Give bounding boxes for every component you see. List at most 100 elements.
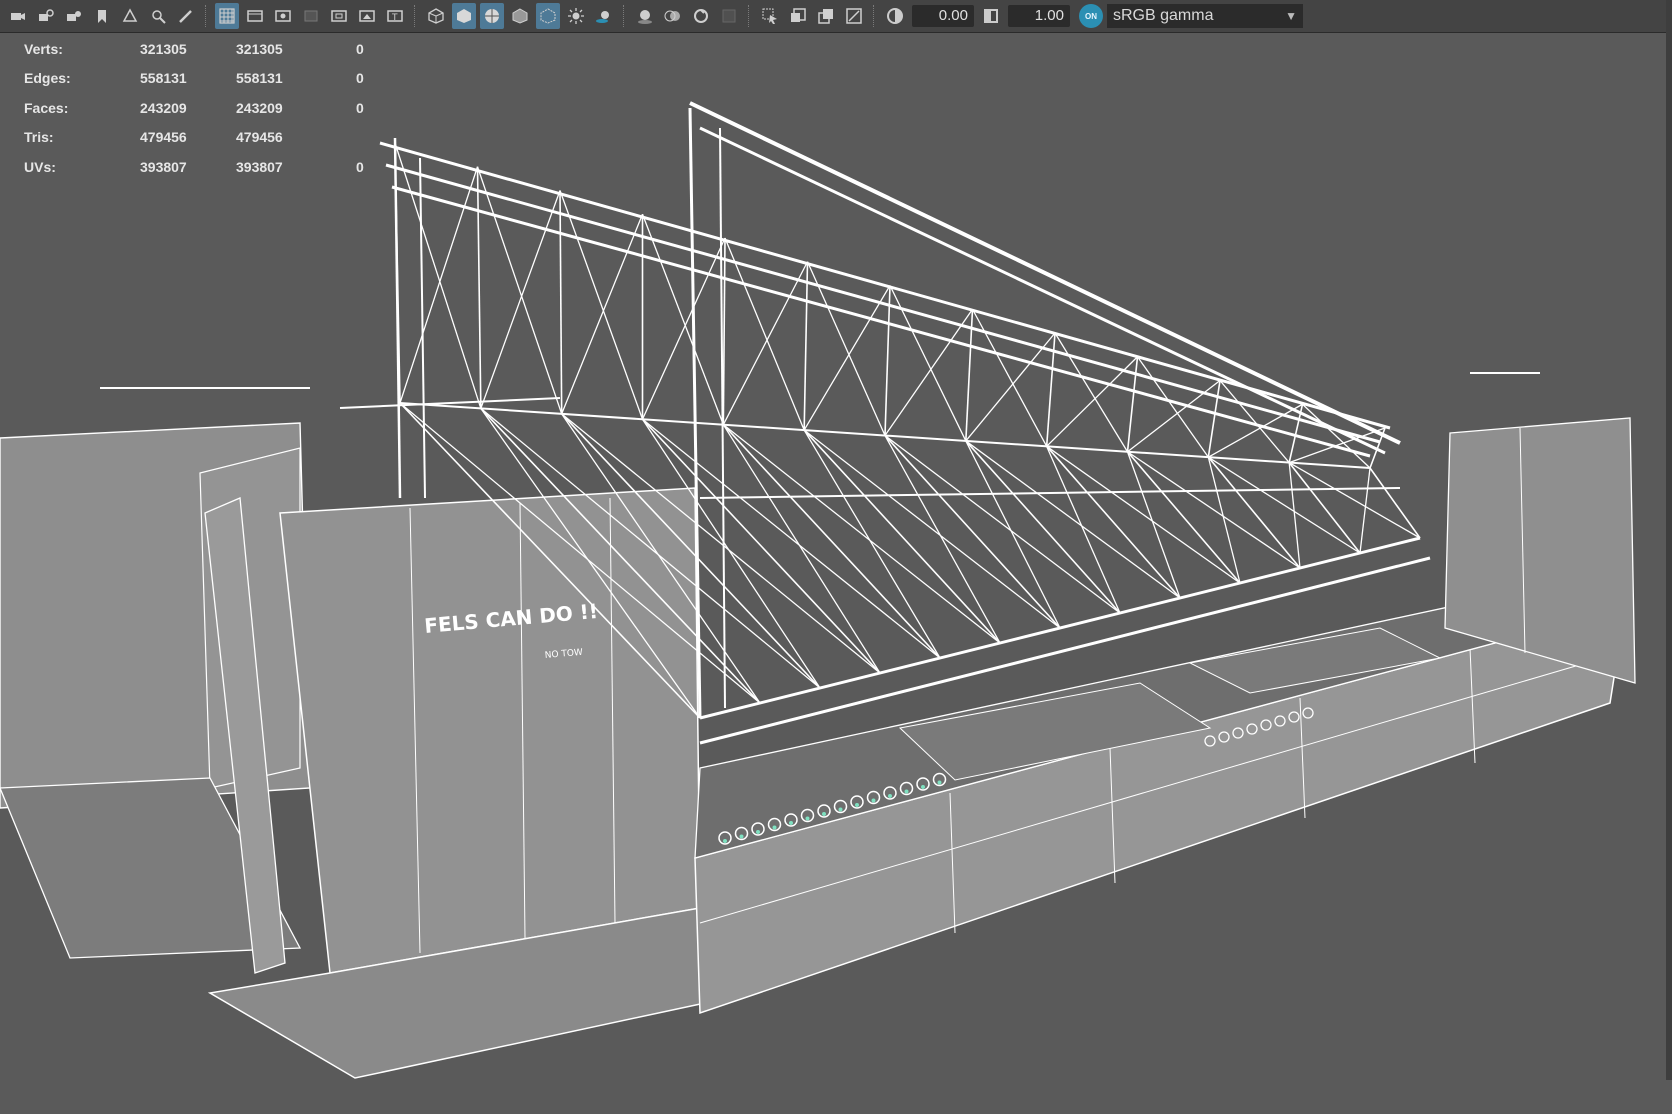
- frame-member: [889, 285, 967, 442]
- frame-member: [1126, 451, 1181, 599]
- deck-light-glow: [772, 825, 777, 830]
- camera-lock-icon[interactable]: [34, 3, 58, 29]
- frame-member: [1136, 356, 1209, 458]
- gamma-field[interactable]: 1.00: [1008, 5, 1070, 27]
- xray-joints-icon[interactable]: [786, 3, 810, 29]
- wireframe-icon[interactable]: [424, 3, 448, 29]
- hud-row: Verts: 321305 321305 0: [24, 34, 376, 64]
- frame-member: [699, 126, 1386, 455]
- frame-member: [641, 237, 726, 420]
- bookmark-icon[interactable]: [90, 3, 114, 29]
- lights-icon[interactable]: [564, 3, 588, 29]
- hud-component-value: 0: [356, 70, 364, 87]
- wireframe-on-shaded-icon[interactable]: [480, 3, 504, 29]
- hud-component-value: 0: [356, 40, 364, 57]
- deck-light-glow: [888, 794, 892, 798]
- smooth-shade-icon[interactable]: [452, 3, 476, 29]
- frame-member: [965, 440, 1061, 629]
- camera-tools-group: [4, 3, 200, 29]
- frame-member: [1359, 467, 1371, 554]
- exposure-field[interactable]: 0.00: [912, 5, 974, 27]
- hud-component-value: 0: [356, 99, 364, 116]
- hud-label: Faces:: [24, 99, 69, 116]
- frame-member: [803, 429, 1001, 644]
- toolbar-separator: [414, 5, 417, 27]
- frame-member: [803, 285, 891, 431]
- motion-blur-icon[interactable]: [661, 3, 685, 29]
- shading-tools-group: [422, 3, 618, 29]
- hud-total-value: 393807: [140, 158, 187, 175]
- frame-member: [884, 434, 1061, 629]
- grease-pencil-icon[interactable]: [174, 3, 198, 29]
- hud-row: Faces: 243209 243209 0: [24, 93, 376, 123]
- xray-components-icon[interactable]: [814, 3, 838, 29]
- texture-icon[interactable]: [842, 3, 866, 29]
- frame-member: [965, 440, 1121, 614]
- ambient-occlusion-icon[interactable]: [633, 3, 657, 29]
- hud-label: Tris:: [24, 129, 54, 146]
- resolution-gate-icon[interactable]: [271, 3, 295, 29]
- deck-light-glow: [921, 785, 925, 789]
- viewport-toolbar: T 0.00 1.00 ON sRGB gamma ▼: [0, 0, 1672, 33]
- frame-member: [1046, 445, 1181, 599]
- deck-light-glow: [904, 789, 909, 794]
- frame-member: [722, 237, 726, 425]
- safe-action-icon[interactable]: [355, 3, 379, 29]
- frame-member: [884, 435, 1001, 644]
- svg-text:T: T: [391, 13, 398, 23]
- wireframe-model: FELS CAN DO !! NO TOW: [0, 101, 1636, 1079]
- frame-member: [559, 190, 563, 414]
- hud-total-value: 479456: [140, 129, 187, 146]
- ship-hull: [0, 417, 1636, 1079]
- frame-member: [476, 166, 482, 409]
- view-transform-dropdown[interactable]: sRGB gamma ▼: [1107, 4, 1303, 28]
- safe-title-icon[interactable]: T: [383, 3, 407, 29]
- 3d-viewport[interactable]: FELS CAN DO !! NO TOW: [0, 34, 1672, 1080]
- hud-row: Edges: 558131 558131 0: [24, 64, 376, 94]
- field-chart-icon[interactable]: [327, 3, 351, 29]
- frame-member: [399, 166, 479, 404]
- gate-mask-icon[interactable]: [299, 3, 323, 29]
- hud-label: UVs:: [24, 158, 56, 175]
- xray-icon[interactable]: [536, 3, 560, 29]
- anti-aliasing-icon[interactable]: [689, 3, 713, 29]
- deck-light-glow: [805, 816, 810, 821]
- frame-member: [1208, 403, 1303, 458]
- gate-tools-group: T: [213, 3, 409, 29]
- frame-member: [884, 285, 891, 436]
- frame-member: [689, 101, 1401, 445]
- frame-member: [1219, 380, 1290, 464]
- film-gate-icon[interactable]: [243, 3, 267, 29]
- frame-member: [884, 434, 1121, 614]
- color-management-toggle[interactable]: ON: [1079, 4, 1103, 28]
- exposure-icon[interactable]: [883, 3, 907, 29]
- hud-component-value: 0: [356, 158, 364, 175]
- frame-member: [1288, 462, 1361, 554]
- chevron-down-icon: ▼: [1285, 9, 1297, 23]
- isolate-select-icon[interactable]: [758, 3, 782, 29]
- depth-of-field-icon[interactable]: [717, 3, 741, 29]
- deck-light-glow: [789, 821, 793, 825]
- camera-attributes-icon[interactable]: [62, 3, 86, 29]
- frame-member: [1369, 467, 1421, 539]
- toolbar-separator: [873, 5, 876, 27]
- frame-member: [1207, 456, 1361, 554]
- deck-light-glow: [838, 807, 843, 812]
- gamma-icon[interactable]: [979, 3, 1003, 29]
- 2d-pan-zoom-icon[interactable]: [146, 3, 170, 29]
- frame-member: [1288, 462, 1421, 539]
- shadows-icon[interactable]: [592, 3, 616, 29]
- hud-total-value: 243209: [140, 99, 187, 116]
- grid-icon[interactable]: [215, 3, 239, 29]
- default-material-icon[interactable]: [508, 3, 532, 29]
- hud-row: Tris: 479456 479456: [24, 123, 376, 153]
- frame-member: [803, 429, 1061, 629]
- render-tools-group: [631, 3, 743, 29]
- camera-select-icon[interactable]: [6, 3, 30, 29]
- image-plane-icon[interactable]: [118, 3, 142, 29]
- toolbar-separator: [748, 5, 751, 27]
- deck-light-glow: [855, 803, 859, 807]
- hud-selected-value: 393807: [236, 158, 283, 175]
- deck-light-glow: [723, 839, 727, 843]
- frame-member: [385, 163, 1381, 444]
